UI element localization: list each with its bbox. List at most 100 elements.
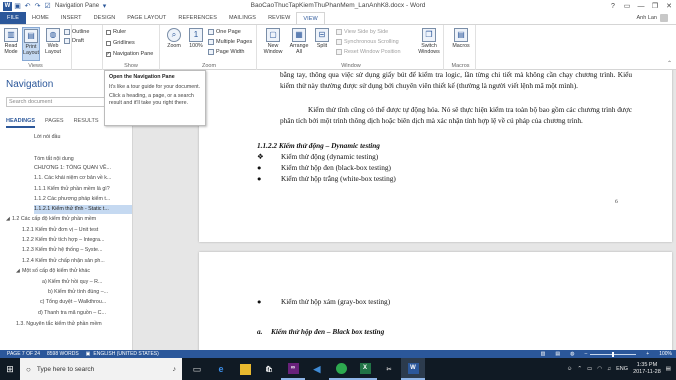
battery-icon[interactable]: ▭	[587, 366, 592, 372]
avatar[interactable]	[660, 14, 668, 22]
navigation-pane-check[interactable]: ✓	[106, 51, 111, 57]
heading-item[interactable]: CHƯƠNG 1: TỔNG QUAN VỀ...	[34, 164, 111, 173]
heading-item[interactable]: b) Kiểm thử tính đúng –...	[48, 288, 108, 297]
close-button[interactable]: ✕	[662, 0, 676, 12]
heading-item[interactable]: 1.2.3 Kiểm thử hệ thống – Syste...	[22, 246, 102, 255]
bullet-item[interactable]: ● Kiểm thử hộp trắng (white-box testing)	[257, 174, 396, 183]
body-paragraph[interactable]: bằng tay, thông qua việc sử dụng giấy bú…	[280, 70, 632, 92]
document-page[interactable]: bằng tay, thông qua việc sử dụng giấy bú…	[199, 70, 672, 242]
tab-review[interactable]: REVIEW	[262, 12, 296, 24]
proofing-icon[interactable]: ▣	[86, 351, 91, 357]
task-view-icon[interactable]: ▭	[185, 358, 209, 380]
zoom-slider[interactable]	[590, 351, 637, 357]
minimize-button[interactable]: —	[634, 0, 648, 12]
file-explorer-icon[interactable]	[233, 358, 257, 380]
document-area[interactable]: bằng tay, thông qua việc sử dụng giấy bú…	[134, 70, 676, 350]
body-paragraph[interactable]: Kiểm thử tĩnh cũng có thể được tự động h…	[280, 105, 632, 127]
heading-item[interactable]: 1.2.1 Kiểm thử đơn vị – Unit test	[22, 226, 98, 235]
language-status[interactable]: ENGLISH (UNITED STATES)	[93, 351, 158, 357]
redo-icon[interactable]: ↷	[33, 1, 42, 11]
bullet-item[interactable]: ● Kiểm thử hộp xám (gray-box testing)	[257, 297, 390, 306]
page-width-button[interactable]: Page Width	[208, 48, 244, 56]
view-side-by-side-button[interactable]: View Side by Side	[336, 28, 388, 36]
tab-page-layout[interactable]: PAGE LAYOUT	[121, 12, 172, 24]
read-mode-view-icon[interactable]: ▥	[541, 351, 546, 357]
word-count[interactable]: 8598 WORDS	[47, 351, 79, 357]
arrange-all-button[interactable]: ▦ Arrange All	[287, 28, 311, 55]
zoom-out-icon[interactable]: –	[585, 351, 588, 357]
heading-item[interactable]: 1.3. Nguyên tắc kiểm thử phần mềm	[16, 320, 102, 329]
restore-button[interactable]: ❐	[648, 0, 662, 12]
undo-icon[interactable]: ↶	[23, 1, 32, 11]
input-language[interactable]: ENG	[616, 366, 628, 372]
taskbar-search-box[interactable]: ○ Type here to search ♪	[20, 358, 182, 380]
draft-button[interactable]: Draft	[64, 37, 104, 45]
collapse-ribbon-icon[interactable]: ⌃	[667, 60, 672, 67]
synchronous-scrolling-button[interactable]: Synchronous Scrolling	[336, 38, 399, 46]
zoom-button[interactable]: ⌕ Zoom	[164, 28, 184, 49]
gridlines-check[interactable]	[106, 40, 111, 46]
navigation-pane-checkbox[interactable]: ✓ Navigation Pane	[106, 50, 153, 58]
ruler-checkbox[interactable]: Ruler	[106, 28, 126, 36]
collapse-triangle-icon[interactable]: ◢	[6, 216, 10, 222]
notifications-icon[interactable]: ▤	[666, 366, 671, 372]
word-taskbar-icon[interactable]: W	[401, 358, 425, 380]
start-windows-icon[interactable]: ⊞	[0, 358, 20, 380]
split-button[interactable]: ⊟ Split	[313, 28, 331, 49]
web-layout-button[interactable]: ◍ Web Layout	[44, 28, 62, 55]
show-hidden-icons-icon[interactable]: ⌃	[577, 366, 582, 372]
heading-item[interactable]: 1.2.4 Kiểm thử chấp nhận sản ph...	[22, 257, 105, 266]
heading-item[interactable]: a) Kiểm thử hồi quy – R...	[42, 278, 102, 287]
zoom-level[interactable]: 100%	[659, 351, 672, 357]
tab-headings[interactable]: HEADINGS	[6, 118, 36, 128]
heading-item[interactable]: 1.1. Các khái niệm cơ bản về k...	[34, 174, 111, 183]
new-window-button[interactable]: ▢ New Window	[261, 28, 285, 55]
page-count[interactable]: PAGE 7 OF 24	[7, 351, 40, 357]
excel-icon[interactable]: X	[353, 358, 377, 380]
tab-design[interactable]: DESIGN	[88, 12, 122, 24]
zoom-slider-thumb[interactable]	[612, 351, 615, 357]
heading-item[interactable]: d) Thanh tra mã nguồn – C...	[38, 309, 106, 318]
read-mode-button[interactable]: ▥ Read Mode	[2, 28, 20, 55]
heading-item[interactable]: 1.2 Các cấp độ kiểm thử phần mềm	[12, 215, 96, 224]
bullet-item[interactable]: ❖ Kiểm thử động (dynamic testing)	[257, 152, 378, 161]
user-account[interactable]: Anh Lan	[637, 14, 668, 22]
tab-references[interactable]: REFERENCES	[172, 12, 223, 24]
visual-studio-icon[interactable]: ∞	[281, 358, 305, 380]
people-icon[interactable]: ☺	[567, 366, 573, 372]
gridlines-checkbox[interactable]: Gridlines	[106, 39, 135, 47]
multiple-pages-button[interactable]: Multiple Pages	[208, 38, 252, 46]
heading-item[interactable]: Tóm tắt nội dung	[34, 155, 74, 164]
heading-item[interactable]: c) Tổng duyệt – Walkthrou...	[40, 298, 106, 307]
outline-button[interactable]: Outline	[64, 28, 104, 36]
switch-windows-button[interactable]: ❐ Switch Windows	[415, 28, 443, 55]
heading-item[interactable]: 1.2.2 Kiểm thử tích hợp – Integra...	[22, 236, 104, 245]
clock[interactable]: 1:35 PM 2017-11-28	[633, 362, 661, 376]
heading-item[interactable]: Lời nói đầu	[34, 133, 60, 142]
heading-item-selected[interactable]: 1.1.2.1 Kiểm thử tĩnh - Static t...	[34, 205, 132, 214]
web-layout-view-icon[interactable]: ◍	[570, 351, 574, 357]
store-icon[interactable]: 🛍	[257, 358, 281, 380]
nav-pane-checkbox-icon[interactable]: ☑	[43, 1, 52, 11]
tab-insert[interactable]: INSERT	[55, 12, 88, 24]
microphone-icon[interactable]: ♪	[173, 366, 177, 373]
tab-home[interactable]: HOME	[26, 12, 55, 24]
qat-nav-pane-label[interactable]: Navigation Pane	[53, 1, 99, 11]
macros-button[interactable]: ▤ Macros	[449, 28, 473, 49]
bullet-item[interactable]: ● Kiểm thử hộp đen (black-box testing)	[257, 163, 391, 172]
heading-item[interactable]: 1.1.1 Kiểm thử phần mềm là gì?	[34, 185, 110, 194]
zoom-in-icon[interactable]: +	[646, 351, 649, 357]
tab-file[interactable]: FILE	[0, 12, 26, 24]
ruler-check[interactable]	[106, 29, 111, 35]
one-page-button[interactable]: One Page	[208, 28, 241, 36]
collapse-triangle-icon[interactable]: ◢	[16, 268, 20, 274]
zoom-100-button[interactable]: 1 100%	[186, 28, 206, 49]
wifi-icon[interactable]: ◠	[597, 366, 602, 372]
print-layout-view-icon[interactable]: ▤	[555, 351, 560, 357]
heading-item[interactable]: Một số cấp độ kiểm thử khác	[22, 267, 90, 276]
edge-browser-icon[interactable]: e	[209, 358, 233, 380]
snipping-tool-icon[interactable]: ✂	[377, 358, 401, 380]
section-heading[interactable]: a. Kiểm thử hộp đen – Black box testing	[257, 327, 384, 336]
reset-window-position-button[interactable]: Reset Window Position	[336, 48, 401, 56]
tab-results[interactable]: RESULTS	[74, 118, 99, 128]
